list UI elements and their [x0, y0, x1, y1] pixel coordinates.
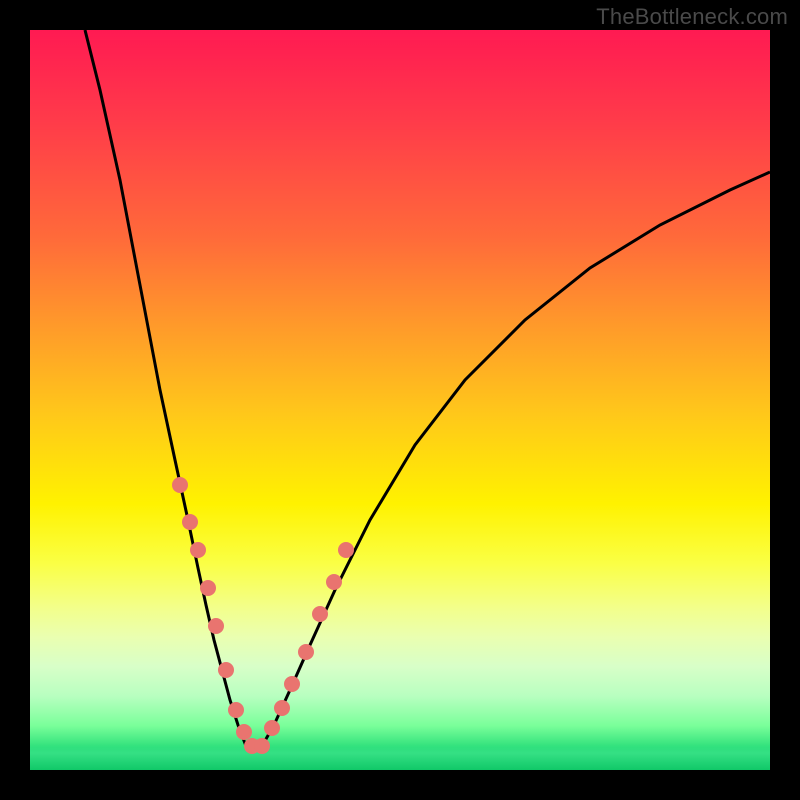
- data-dot: [338, 542, 354, 558]
- data-dot: [200, 580, 216, 596]
- data-dot: [312, 606, 328, 622]
- data-dot: [298, 644, 314, 660]
- data-dots: [172, 477, 354, 754]
- data-dot: [228, 702, 244, 718]
- data-dot: [208, 618, 224, 634]
- data-dot: [218, 662, 234, 678]
- curve-left-branch: [85, 30, 246, 746]
- data-dot: [190, 542, 206, 558]
- data-dot: [274, 700, 290, 716]
- curve-layer: [30, 30, 770, 770]
- curve-right-branch: [262, 172, 770, 746]
- data-dot: [284, 676, 300, 692]
- chart-frame: TheBottleneck.com: [0, 0, 800, 800]
- data-dot: [236, 724, 252, 740]
- data-dot: [182, 514, 198, 530]
- data-dot: [326, 574, 342, 590]
- data-dot: [172, 477, 188, 493]
- watermark-text: TheBottleneck.com: [596, 4, 788, 30]
- plot-area: [30, 30, 770, 770]
- data-dot: [264, 720, 280, 736]
- data-dot: [254, 738, 270, 754]
